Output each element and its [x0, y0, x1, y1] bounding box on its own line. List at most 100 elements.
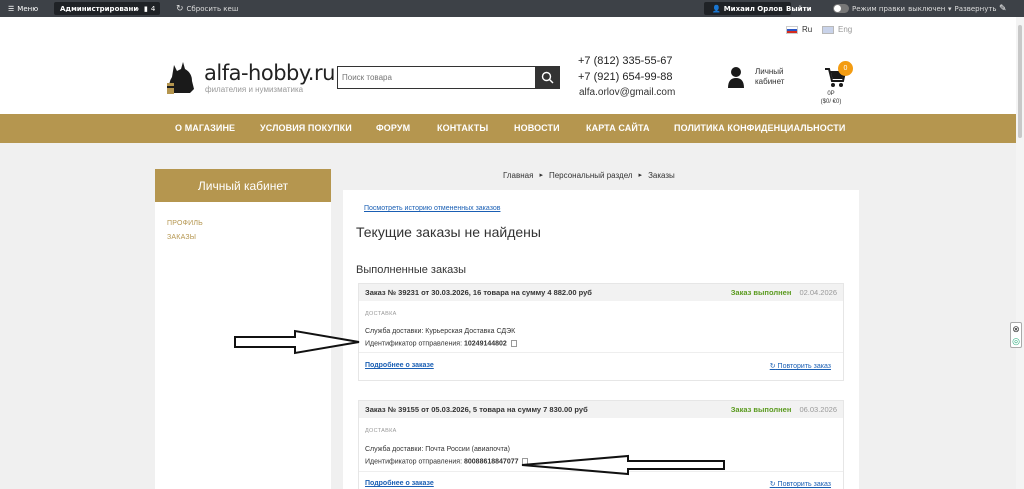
- admin-menu-label: Меню: [17, 4, 39, 13]
- uk-flag-icon: [822, 25, 834, 34]
- breadcrumb-orders: Заказы: [648, 171, 675, 180]
- delivery-service: Служба доставки: Почта России (авиапочта…: [365, 446, 510, 453]
- lang-en-label: Eng: [838, 25, 853, 34]
- tracking-label: Идентификатор отправления:: [365, 458, 463, 466]
- order-date: 02.04.2026: [799, 288, 837, 297]
- edit-mode-state: выключен: [908, 4, 946, 13]
- order-header: Заказ № 39155 от 05.03.2026, 5 товара на…: [359, 401, 843, 418]
- completed-orders-heading: Выполненные заказы: [356, 264, 467, 276]
- user-button[interactable]: 👤 Михаил Орлов: [704, 2, 791, 15]
- logout-button[interactable]: Выйти: [786, 0, 812, 17]
- chevron-right-icon: ▸: [539, 172, 543, 179]
- admin-menu-button[interactable]: ☰ Меню: [8, 0, 38, 17]
- cat-logo-icon[interactable]: [164, 59, 202, 97]
- divider: [359, 352, 843, 353]
- email-link[interactable]: alfa.orlov@gmail.com: [579, 87, 675, 98]
- toggle-switch-icon: [833, 4, 849, 13]
- refresh-icon: ↻: [769, 481, 776, 488]
- order-details-link[interactable]: Подробнее о заказе: [365, 362, 434, 369]
- nav-about[interactable]: О МАГАЗИНЕ: [175, 123, 235, 133]
- cancelled-history-link[interactable]: Посмотреть историю отмененных заказов: [364, 205, 500, 212]
- administration-button[interactable]: Администрирование: [54, 2, 150, 15]
- repeat-order-label: Повторить заказ: [777, 363, 831, 370]
- cart-total: 0Р ($0/ €0): [817, 90, 845, 106]
- main-nav: О МАГАЗИНЕ УСЛОВИЯ ПОКУПКИ ФОРУМ КОНТАКТ…: [0, 114, 1016, 143]
- repeat-order-link[interactable]: ↻ Повторить заказ: [770, 362, 831, 370]
- logo-title[interactable]: alfa-hobby.ru: [204, 61, 335, 85]
- clear-cache-button[interactable]: ↻ Сбросить кеш: [176, 0, 238, 17]
- tracking-value[interactable]: 80088618847077: [464, 458, 519, 465]
- breadcrumb-personal[interactable]: Персональный раздел: [549, 171, 633, 180]
- nav-contacts[interactable]: КОНТАКТЫ: [437, 123, 488, 133]
- user-icon: 👤: [712, 4, 721, 13]
- order-title: Заказ № 39155 от 05.03.2026, 5 товара на…: [365, 405, 588, 414]
- notifications-button[interactable]: ▮ 4: [139, 2, 161, 15]
- edit-mode-label: Режим правки: [852, 4, 906, 13]
- close-icon[interactable]: ⊗: [1011, 323, 1021, 335]
- scrollbar-thumb[interactable]: [1018, 25, 1022, 138]
- side-widget[interactable]: ⊗ ◎: [1010, 322, 1022, 348]
- arrow-left-icon: [521, 454, 725, 476]
- personal-cabinet-link[interactable]: Личный кабинет: [755, 67, 784, 87]
- no-current-orders-heading: Текущие заказы не найдены: [356, 224, 541, 240]
- nav-privacy[interactable]: ПОЛИТИКА КОНФИДЕНЦИАЛЬНОСТИ: [674, 123, 845, 133]
- cart-total-other: ($0/ €0): [820, 99, 842, 105]
- search-box: [337, 66, 560, 89]
- expand-button[interactable]: ▾ Развернуть: [948, 0, 997, 17]
- delivery-service-label: Служба доставки:: [365, 446, 424, 453]
- delivery-section-label: ДОСТАВКА: [365, 311, 397, 317]
- delivery-section-label: ДОСТАВКА: [365, 428, 397, 434]
- order-details-link[interactable]: Подробнее о заказе: [365, 480, 434, 487]
- lang-ru-label: Ru: [802, 25, 813, 34]
- chevron-down-icon: ▾: [948, 4, 952, 13]
- breadcrumb-home[interactable]: Главная: [503, 171, 533, 180]
- nav-sitemap[interactable]: КАРТА САЙТА: [586, 123, 650, 133]
- order-date: 06.03.2026: [799, 405, 837, 414]
- search-button[interactable]: [535, 67, 559, 88]
- nav-forum[interactable]: ФОРУМ: [376, 123, 410, 133]
- arrow-right-icon: [234, 329, 360, 355]
- nav-news[interactable]: НОВОСТИ: [514, 123, 560, 133]
- admin-bar: ☰ Меню Администрирование ▮ 4 ↻ Сбросить …: [0, 0, 1024, 17]
- delivery-service: Служба доставки: Курьерская Доставка СДЭ…: [365, 328, 515, 335]
- lang-en-link[interactable]: Eng: [822, 25, 852, 34]
- order-status: Заказ выполнен: [730, 288, 792, 297]
- search-input[interactable]: [338, 67, 535, 88]
- cabinet-line-1: Личный: [755, 67, 784, 76]
- order-header: Заказ № 39231 от 30.03.2026, 16 товара н…: [359, 284, 843, 301]
- widget-icon[interactable]: ◎: [1011, 335, 1021, 347]
- clear-cache-label: Сбросить кеш: [186, 4, 239, 13]
- breadcrumb: Главная ▸ Персональный раздел ▸ Заказы: [503, 171, 675, 180]
- user-name: Михаил Орлов: [723, 4, 783, 13]
- nav-terms[interactable]: УСЛОВИЯ ПОКУПКИ: [260, 123, 352, 133]
- tracking-id: Идентификатор отправления: 10249144802: [365, 340, 517, 347]
- sidebar-title: Личный кабинет: [155, 169, 331, 202]
- notification-icon: ▮: [144, 4, 148, 13]
- phone-1[interactable]: +7 (812) 335-55-67: [578, 55, 672, 67]
- phone-2[interactable]: +7 (921) 654-99-88: [578, 71, 672, 83]
- cart-total-rub: 0Р: [827, 91, 835, 97]
- lang-ru-link[interactable]: Ru: [786, 25, 812, 34]
- edit-mode-toggle[interactable]: Режим правки выключен: [833, 0, 945, 17]
- expand-label: Развернуть: [954, 4, 997, 13]
- delivery-service-value: Почта России (авиапочта): [425, 446, 510, 453]
- refresh-icon: ↻: [769, 363, 776, 370]
- delivery-service-value: Курьерская Доставка СДЭК: [425, 328, 516, 335]
- order-card: Заказ № 39231 от 30.03.2026, 16 товара н…: [358, 283, 844, 381]
- sidebar-item-profile[interactable]: ПРОФИЛЬ: [167, 220, 203, 227]
- repeat-order-label: Повторить заказ: [777, 481, 831, 488]
- search-icon: [541, 71, 553, 84]
- repeat-order-link[interactable]: ↻ Повторить заказ: [770, 480, 831, 488]
- pin-icon[interactable]: ✎: [999, 0, 1007, 17]
- order-status: Заказ выполнен: [730, 405, 792, 414]
- russia-flag-icon: [786, 25, 798, 34]
- cabinet-line-2: кабинет: [755, 77, 785, 86]
- chevron-right-icon: ▸: [638, 172, 643, 179]
- tracking-value[interactable]: 10249144802: [464, 340, 507, 347]
- copy-icon[interactable]: [510, 340, 517, 347]
- hamburger-icon: ☰: [8, 4, 15, 13]
- sidebar-item-orders[interactable]: ЗАКАЗЫ: [167, 234, 196, 241]
- person-icon[interactable]: [728, 66, 744, 88]
- tracking-id: Идентификатор отправления: 8008861884707…: [365, 458, 529, 466]
- logo-subtitle: филателия и нумизматика: [205, 85, 304, 94]
